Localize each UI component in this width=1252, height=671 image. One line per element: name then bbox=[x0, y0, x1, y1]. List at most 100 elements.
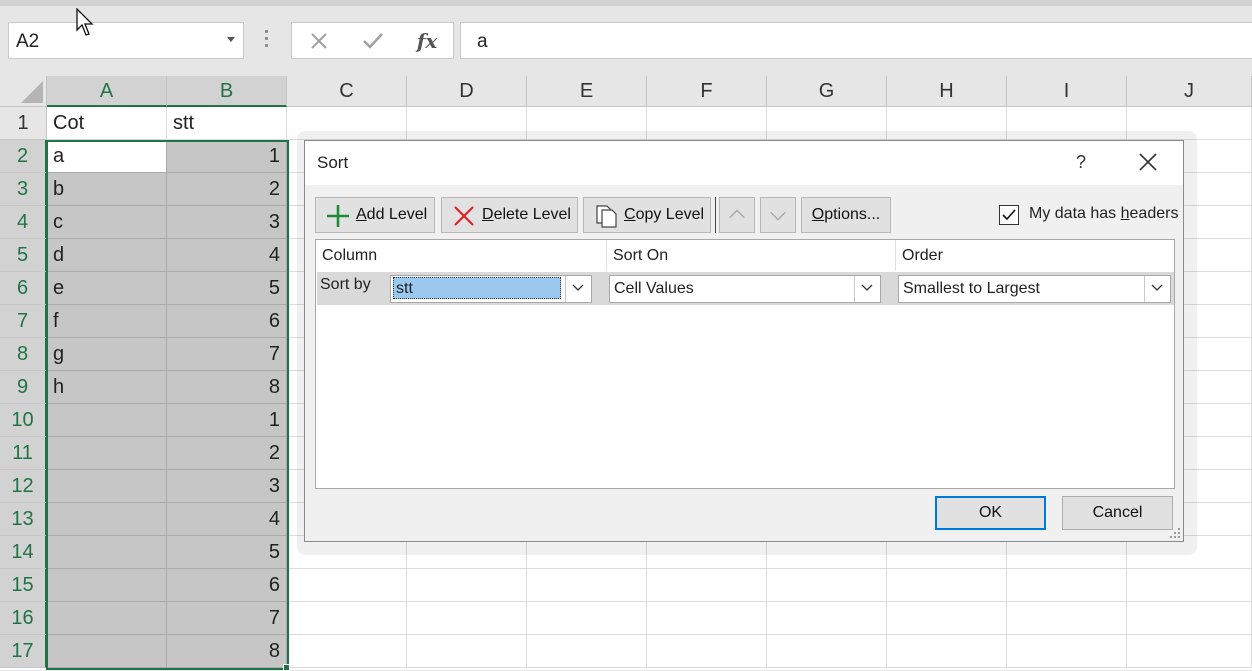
column-header-d[interactable]: D bbox=[407, 76, 527, 107]
cell-b[interactable]: 6 bbox=[167, 305, 287, 338]
empty-cell[interactable] bbox=[1007, 602, 1127, 635]
cell-a[interactable]: c bbox=[47, 206, 167, 239]
cell-b[interactable]: 5 bbox=[167, 272, 287, 305]
cell-b[interactable]: 3 bbox=[167, 470, 287, 503]
empty-cell[interactable] bbox=[887, 602, 1007, 635]
cell-b[interactable]: 1 bbox=[167, 140, 287, 173]
row-header[interactable]: 4 bbox=[0, 206, 47, 239]
move-up-button[interactable] bbox=[719, 197, 755, 233]
row-header[interactable]: 2 bbox=[0, 140, 47, 173]
cell-b[interactable]: 2 bbox=[167, 173, 287, 206]
name-box[interactable]: A2 bbox=[8, 22, 244, 59]
row-header[interactable]: 1 bbox=[0, 107, 47, 140]
has-headers-checkbox[interactable] bbox=[999, 205, 1019, 225]
cell-b[interactable]: 5 bbox=[167, 536, 287, 569]
empty-cell[interactable] bbox=[767, 602, 887, 635]
cell-b[interactable]: 7 bbox=[167, 338, 287, 371]
cell-b[interactable]: 8 bbox=[167, 371, 287, 404]
cell-b[interactable]: stt bbox=[167, 107, 287, 140]
row-header[interactable]: 14 bbox=[0, 536, 47, 569]
move-down-button[interactable] bbox=[760, 197, 796, 233]
cell-a[interactable] bbox=[47, 437, 167, 470]
row-header[interactable]: 3 bbox=[0, 173, 47, 206]
cell-a[interactable]: h bbox=[47, 371, 167, 404]
empty-cell[interactable] bbox=[1127, 602, 1252, 635]
row-header[interactable]: 13 bbox=[0, 503, 47, 536]
cell-b[interactable]: 1 bbox=[167, 404, 287, 437]
empty-cell[interactable] bbox=[1127, 635, 1252, 668]
empty-cell[interactable] bbox=[887, 635, 1007, 668]
row-header[interactable]: 9 bbox=[0, 371, 47, 404]
drag-dots-icon[interactable] bbox=[264, 30, 270, 50]
empty-cell[interactable] bbox=[527, 569, 647, 602]
empty-cell[interactable] bbox=[287, 569, 407, 602]
column-dropdown-button[interactable] bbox=[565, 276, 591, 302]
cell-a[interactable] bbox=[47, 503, 167, 536]
insert-function-button[interactable]: fx bbox=[412, 28, 442, 54]
cell-a[interactable] bbox=[47, 536, 167, 569]
close-button[interactable] bbox=[1135, 149, 1161, 175]
cell-a[interactable]: d bbox=[47, 239, 167, 272]
add-level-button[interactable]: Add Level bbox=[315, 197, 435, 233]
empty-cell[interactable] bbox=[407, 635, 527, 668]
row-header[interactable]: 7 bbox=[0, 305, 47, 338]
cell-a[interactable]: Cot bbox=[47, 107, 167, 140]
empty-cell[interactable] bbox=[647, 569, 767, 602]
options-button[interactable]: Options... bbox=[801, 197, 891, 233]
row-header[interactable]: 8 bbox=[0, 338, 47, 371]
empty-cell[interactable] bbox=[1007, 569, 1127, 602]
cell-b[interactable]: 8 bbox=[167, 635, 287, 668]
cell-a[interactable] bbox=[47, 404, 167, 437]
row-header[interactable]: 15 bbox=[0, 569, 47, 602]
chevron-down-icon[interactable] bbox=[227, 37, 235, 42]
cell-b[interactable]: 4 bbox=[167, 503, 287, 536]
sort-on-select[interactable]: Cell Values bbox=[609, 275, 881, 303]
cell-b[interactable]: 6 bbox=[167, 569, 287, 602]
column-header-h[interactable]: H bbox=[887, 76, 1007, 107]
row-header[interactable]: 6 bbox=[0, 272, 47, 305]
delete-level-button[interactable]: Delete Level bbox=[441, 197, 578, 233]
cell-b[interactable]: 7 bbox=[167, 602, 287, 635]
column-select[interactable]: stt bbox=[390, 275, 592, 303]
column-header-a[interactable]: A bbox=[47, 76, 167, 107]
select-all-button[interactable] bbox=[0, 76, 47, 107]
empty-cell[interactable] bbox=[287, 602, 407, 635]
cell-a[interactable]: f bbox=[47, 305, 167, 338]
empty-cell[interactable] bbox=[527, 602, 647, 635]
copy-level-button[interactable]: Copy Level bbox=[583, 197, 711, 233]
order-select[interactable]: Smallest to Largest bbox=[898, 275, 1171, 303]
empty-cell[interactable] bbox=[1007, 635, 1127, 668]
cancel-button[interactable]: Cancel bbox=[1062, 496, 1173, 530]
cell-b[interactable]: 4 bbox=[167, 239, 287, 272]
cell-a[interactable]: b bbox=[47, 173, 167, 206]
column-header-j[interactable]: J bbox=[1127, 76, 1252, 107]
empty-cell[interactable] bbox=[647, 602, 767, 635]
has-headers-label[interactable]: My data has headers bbox=[1029, 205, 1178, 223]
column-header-c[interactable]: C bbox=[287, 76, 407, 107]
help-button[interactable]: ? bbox=[1069, 149, 1093, 175]
column-header-f[interactable]: F bbox=[647, 76, 767, 107]
resize-grip-icon[interactable] bbox=[1169, 527, 1181, 539]
confirm-entry-icon[interactable] bbox=[358, 28, 388, 54]
order-dropdown-button[interactable] bbox=[1144, 276, 1170, 302]
ok-button[interactable]: OK bbox=[935, 496, 1046, 530]
sort-on-dropdown-button[interactable] bbox=[854, 276, 880, 302]
cancel-entry-icon[interactable] bbox=[304, 28, 334, 54]
cell-a[interactable]: g bbox=[47, 338, 167, 371]
cell-b[interactable]: 2 bbox=[167, 437, 287, 470]
empty-cell[interactable] bbox=[287, 635, 407, 668]
column-header-e[interactable]: E bbox=[527, 76, 647, 107]
formula-input[interactable]: a bbox=[460, 22, 1252, 59]
cell-a[interactable] bbox=[47, 569, 167, 602]
column-header-i[interactable]: I bbox=[1007, 76, 1127, 107]
empty-cell[interactable] bbox=[767, 635, 887, 668]
cell-a[interactable] bbox=[47, 602, 167, 635]
row-header[interactable]: 12 bbox=[0, 470, 47, 503]
empty-cell[interactable] bbox=[767, 569, 887, 602]
cell-a[interactable] bbox=[47, 635, 167, 668]
cell-a[interactable] bbox=[47, 470, 167, 503]
row-header[interactable]: 10 bbox=[0, 404, 47, 437]
cell-b[interactable]: 3 bbox=[167, 206, 287, 239]
empty-cell[interactable] bbox=[407, 602, 527, 635]
empty-cell[interactable] bbox=[407, 569, 527, 602]
